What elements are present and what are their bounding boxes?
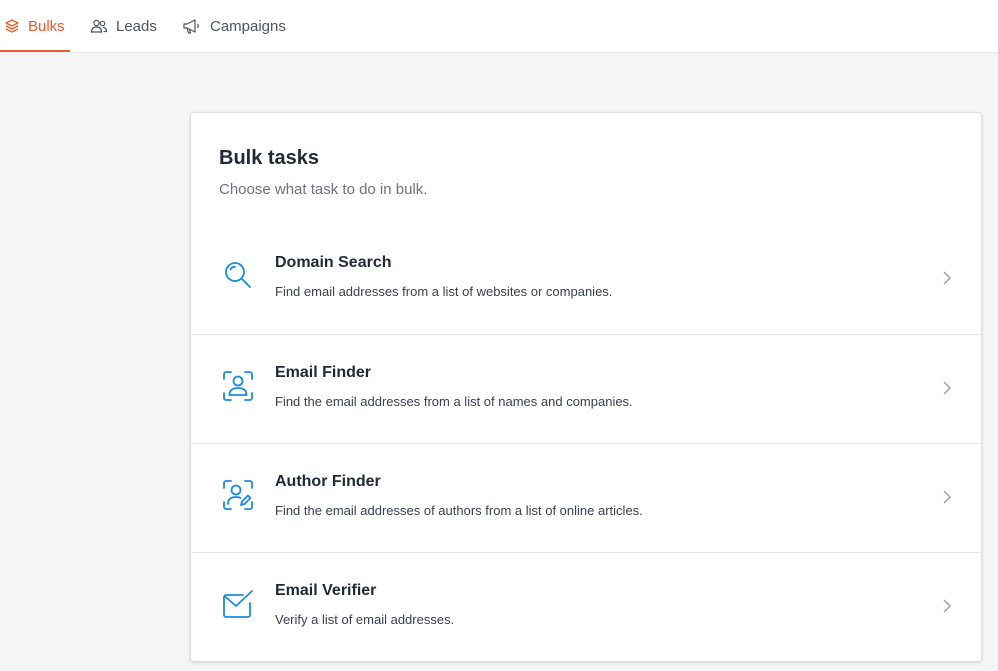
search-icon — [221, 259, 255, 293]
page-title: Bulk tasks — [219, 147, 320, 169]
chevron-right-icon — [941, 379, 953, 397]
chevron-right-icon — [941, 269, 953, 287]
tab-leads[interactable]: Leads — [90, 0, 157, 52]
task-description: Find the email addresses from a list of … — [275, 394, 633, 409]
users-icon — [90, 18, 108, 34]
task-title: Domain Search — [275, 254, 392, 271]
author-scan-icon — [221, 478, 255, 512]
task-title: Author Finder — [275, 473, 381, 490]
envelope-check-icon — [221, 587, 255, 621]
bulk-tasks-card: Bulk tasks Choose what task to do in bul… — [190, 112, 982, 662]
task-description: Find the email addresses of authors from… — [275, 503, 643, 518]
top-nav: Bulks Leads Campaigns — [0, 0, 998, 53]
tab-leads-label: Leads — [116, 17, 157, 35]
task-title: Email Verifier — [275, 582, 377, 599]
tab-bulks-label: Bulks — [28, 17, 65, 35]
tab-campaigns[interactable]: Campaigns — [182, 0, 286, 52]
task-email-verifier[interactable]: Email Verifier Verify a list of email ad… — [191, 552, 981, 661]
tab-bulks[interactable]: Bulks — [0, 0, 70, 52]
task-description: Verify a list of email addresses. — [275, 612, 455, 627]
task-domain-search[interactable]: Domain Search Find email addresses from … — [191, 225, 981, 334]
chevron-right-icon — [941, 597, 953, 615]
megaphone-icon — [182, 18, 202, 34]
layers-icon — [4, 18, 20, 34]
task-description: Find email addresses from a list of webs… — [275, 284, 613, 299]
task-email-finder[interactable]: Email Finder Find the email addresses fr… — [191, 334, 981, 443]
page-subtitle: Choose what task to do in bulk. — [219, 181, 428, 198]
task-author-finder[interactable]: Author Finder Find the email addresses o… — [191, 443, 981, 552]
tab-campaigns-label: Campaigns — [210, 17, 286, 35]
task-title: Email Finder — [275, 364, 372, 381]
chevron-right-icon — [941, 488, 953, 506]
person-scan-icon — [221, 369, 255, 403]
